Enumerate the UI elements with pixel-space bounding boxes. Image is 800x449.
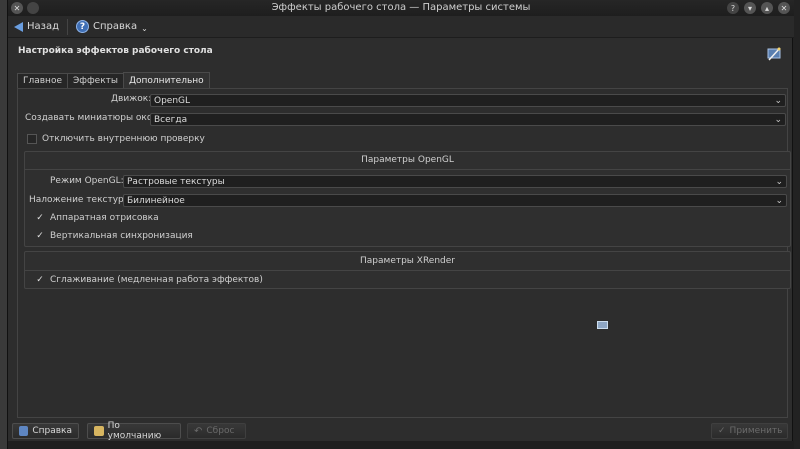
toolbar-separator xyxy=(67,18,69,35)
help-titlebar-icon[interactable]: ? xyxy=(727,2,739,14)
help-menu-button[interactable]: ? Справка ⌄ xyxy=(70,17,154,37)
xrender-group: Параметры XRender ✓ Сглаживание (медленн… xyxy=(24,251,791,289)
hw-render-label: Аппаратная отрисовка xyxy=(50,213,159,223)
mouse-cursor-icon xyxy=(597,321,608,329)
chevron-down-icon: ⌄ xyxy=(774,115,782,125)
toolbar: Назад ? Справка ⌄ xyxy=(8,16,794,38)
opengl-mode-value: Растровые текстуры xyxy=(127,176,225,187)
disable-check-checkbox[interactable] xyxy=(27,134,37,144)
hw-render-checkbox[interactable]: ✓ xyxy=(35,213,45,223)
texture-filter-value: Билинейное xyxy=(127,195,185,206)
minimize-icon[interactable]: ▾ xyxy=(744,2,756,14)
tab-advanced[interactable]: Дополнительно xyxy=(123,72,210,88)
desktop-effects-icon xyxy=(767,47,781,61)
settings-window: ✕ Эффекты рабочего стола — Параметры сис… xyxy=(7,0,794,449)
window-title: Эффекты рабочего стола — Параметры систе… xyxy=(271,2,531,13)
texture-filter-select[interactable]: Билинейное ⌄ xyxy=(123,194,787,207)
vsync-label: Вертикальная синхронизация xyxy=(50,231,193,241)
disable-check-label: Отключить внутреннюю проверку xyxy=(42,134,205,144)
desktop-strip-left xyxy=(0,0,7,449)
smoothing-option[interactable]: ✓ Сглаживание (медленная работа эффектов… xyxy=(35,275,263,285)
window-footer xyxy=(8,441,794,449)
engine-select[interactable]: OpenGL ⌄ xyxy=(150,94,786,107)
chevron-down-icon: ⌄ xyxy=(141,24,148,33)
hw-render-option[interactable]: ✓ Аппаратная отрисовка xyxy=(35,213,159,223)
apply-button-label: Применить xyxy=(729,426,783,436)
vsync-checkbox[interactable]: ✓ xyxy=(35,231,45,241)
disable-check-option[interactable]: Отключить внутреннюю проверку xyxy=(27,134,205,144)
title-bar[interactable]: ✕ Эффекты рабочего стола — Параметры сис… xyxy=(8,0,794,16)
defaults-button[interactable]: По умолчанию xyxy=(87,421,181,441)
maximize-icon[interactable]: ▴ xyxy=(761,2,773,14)
smoothing-label: Сглаживание (медленная работа эффектов) xyxy=(50,275,263,285)
tab-bar: Главное Эффекты Дополнительно xyxy=(17,72,210,88)
defaults-button-label: По умолчанию xyxy=(107,421,162,441)
help-button[interactable]: Справка xyxy=(12,423,79,439)
help-icon: ? xyxy=(76,20,90,33)
texture-filter-label: Наложение текстур: xyxy=(29,195,127,205)
apply-button[interactable]: ✓ Применить xyxy=(711,423,788,439)
thumbnails-label: Создавать миниатюры окон xyxy=(25,113,159,123)
tab-general[interactable]: Главное xyxy=(17,73,68,88)
opengl-mode-label: Режим OpenGL: xyxy=(50,176,124,186)
opengl-group: Параметры OpenGL Режим OpenGL: Растровые… xyxy=(24,151,791,247)
tab-effects[interactable]: Эффекты xyxy=(67,73,124,88)
close-icon[interactable]: ✕ xyxy=(778,2,790,14)
advanced-panel: Движок: OpenGL ⌄ Создавать миниатюры око… xyxy=(17,88,791,418)
back-button[interactable]: Назад xyxy=(8,17,65,37)
xrender-group-title: Параметры XRender xyxy=(360,256,455,266)
back-label: Назад xyxy=(27,21,60,32)
vsync-option[interactable]: ✓ Вертикальная синхронизация xyxy=(35,231,193,241)
desktop-strip-right xyxy=(793,0,800,449)
help-button-label: Справка xyxy=(32,426,72,436)
engine-label: Движок: xyxy=(111,94,152,104)
help-book-icon xyxy=(19,426,29,436)
defaults-icon xyxy=(94,426,104,436)
help-label: Справка xyxy=(93,21,138,32)
reset-button[interactable]: ↶ Сброс xyxy=(187,423,246,439)
chevron-down-icon: ⌄ xyxy=(775,177,783,187)
apply-check-icon: ✓ xyxy=(718,426,726,436)
divider xyxy=(25,270,790,271)
opengl-mode-select[interactable]: Растровые текстуры ⌄ xyxy=(123,175,787,188)
reset-button-label: Сброс xyxy=(206,426,235,436)
divider xyxy=(25,169,790,170)
button-bar: Справка По умолчанию ↶ Сброс ✓ Применить xyxy=(8,421,794,441)
engine-value: OpenGL xyxy=(154,95,191,106)
smoothing-checkbox[interactable]: ✓ xyxy=(35,275,45,285)
chevron-down-icon: ⌄ xyxy=(774,96,782,106)
page-title: Настройка эффектов рабочего стола xyxy=(18,46,213,56)
reset-icon: ↶ xyxy=(194,425,203,437)
thumbnails-select[interactable]: Всегда ⌄ xyxy=(150,113,786,126)
thumbnails-value: Всегда xyxy=(154,114,188,125)
back-arrow-icon xyxy=(14,21,23,32)
chevron-down-icon: ⌄ xyxy=(775,196,783,206)
opengl-group-title: Параметры OpenGL xyxy=(361,155,454,165)
